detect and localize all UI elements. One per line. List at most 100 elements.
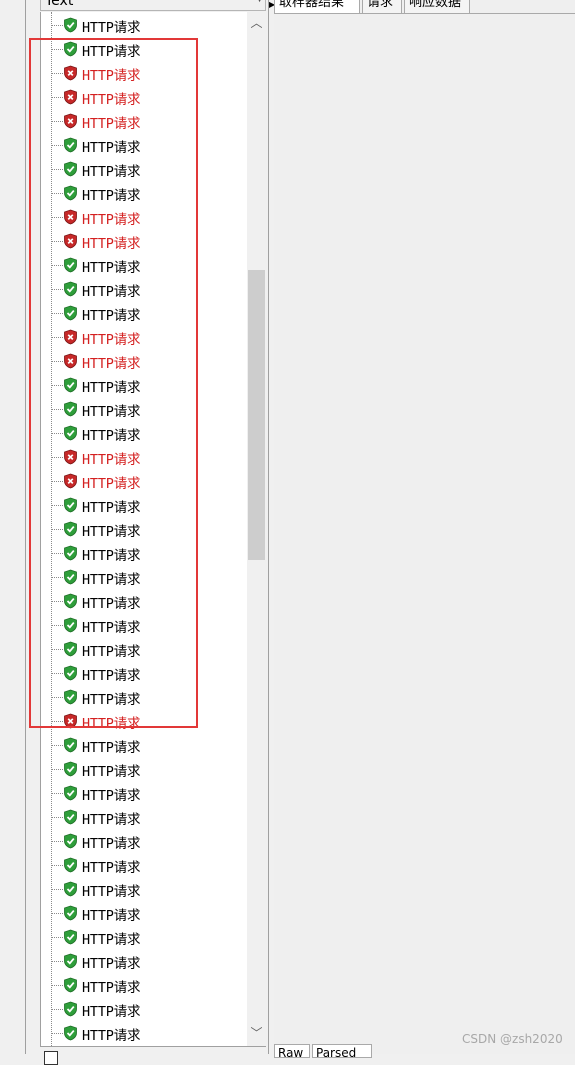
tree-item[interactable]: HTTP请求 [41, 709, 248, 733]
success-shield-icon [63, 1001, 78, 1017]
scroll-up-icon[interactable]: ︿ [247, 14, 266, 34]
tree-connector [51, 649, 63, 650]
tree-item[interactable]: HTTP请求 [41, 757, 248, 781]
bottom-checkbox[interactable] [44, 1051, 58, 1065]
tree-item[interactable]: HTTP请求 [41, 733, 248, 757]
tree-item[interactable]: HTTP请求 [41, 397, 248, 421]
tree-item[interactable]: HTTP请求 [41, 517, 248, 541]
tree-connector [51, 1033, 63, 1034]
tab-raw[interactable]: Raw [274, 1044, 310, 1060]
tree-item[interactable]: HTTP请求 [41, 925, 248, 949]
tree-item-label: HTTP请求 [82, 644, 141, 660]
tree-item[interactable]: HTTP请求 [41, 421, 248, 445]
tree-scrollbar[interactable]: ︿ ﹀ [247, 12, 266, 1046]
tree-item[interactable]: HTTP请求 [41, 133, 248, 157]
tree-connector [51, 289, 63, 290]
tree-item[interactable]: HTTP请求 [41, 61, 248, 85]
tree-item[interactable]: HTTP请求 [41, 685, 248, 709]
scroll-down-icon[interactable]: ﹀ [247, 1024, 266, 1044]
tree-connector [51, 505, 63, 506]
tree-connector [51, 961, 63, 962]
tree-item-label: HTTP请求 [82, 596, 141, 612]
scrollbar-thumb[interactable] [248, 270, 265, 560]
chevron-down-icon[interactable]: ▼ [256, 0, 263, 4]
tree-item[interactable]: HTTP请求 [41, 565, 248, 589]
tree-item-label: HTTP请求 [82, 308, 141, 324]
tree-item[interactable]: HTTP请求 [41, 325, 248, 349]
results-tree[interactable]: HTTP请求 HTTP请求 HTTP请求 HTTP请求 HTTP请求 HTTP请求 HTTP… [40, 12, 248, 1046]
error-shield-icon [63, 329, 78, 345]
tree-item[interactable]: HTTP请求 [41, 349, 248, 373]
tree-item[interactable]: HTTP请求 [41, 781, 248, 805]
tree-item[interactable]: HTTP请求 [41, 541, 248, 565]
tree-connector [51, 673, 63, 674]
success-shield-icon [63, 161, 78, 177]
tree-item[interactable]: HTTP请求 [41, 877, 248, 901]
result-detail-pane: 取样器结果 请求 响应数据 Raw Parsed [274, 0, 575, 1060]
tree-item[interactable]: HTTP请求 [41, 13, 248, 37]
tree-item[interactable]: HTTP请求 [41, 589, 248, 613]
success-shield-icon [63, 857, 78, 873]
success-shield-icon [63, 977, 78, 993]
tab-content-area [274, 14, 575, 1040]
tree-item[interactable]: HTTP请求 [41, 829, 248, 853]
success-shield-icon [63, 257, 78, 273]
success-shield-icon [63, 377, 78, 393]
success-shield-icon [63, 593, 78, 609]
tab-sampler-result[interactable]: 取样器结果 [274, 0, 360, 13]
tree-connector [51, 625, 63, 626]
tree-connector [51, 73, 63, 74]
tree-item[interactable]: HTTP请求 [41, 253, 248, 277]
success-shield-icon [63, 809, 78, 825]
tree-connector [51, 937, 63, 938]
tree-connector [51, 121, 63, 122]
tree-item[interactable]: HTTP请求 [41, 157, 248, 181]
tree-item[interactable]: HTTP请求 [41, 277, 248, 301]
tab-parsed[interactable]: Parsed [312, 1044, 372, 1060]
tree-connector [51, 313, 63, 314]
tree-connector [51, 745, 63, 746]
success-shield-icon [63, 41, 78, 57]
tree-item[interactable]: HTTP请求 [41, 37, 248, 61]
tree-item[interactable]: HTTP请求 [41, 853, 248, 877]
tab-response-data[interactable]: 响应数据 [404, 0, 470, 13]
tree-item[interactable]: HTTP请求 [41, 85, 248, 109]
tab-request[interactable]: 请求 [362, 0, 402, 13]
tree-item-label: HTTP请求 [82, 836, 141, 852]
tree-item[interactable]: HTTP请求 [41, 949, 248, 973]
tree-item[interactable]: HTTP请求 [41, 493, 248, 517]
tree-connector [51, 361, 63, 362]
tree-connector [51, 817, 63, 818]
tree-column-header[interactable]: Text ▼ [40, 0, 266, 11]
tree-item[interactable]: HTTP请求 [41, 109, 248, 133]
tree-item-label: HTTP请求 [82, 44, 141, 60]
tree-connector [51, 841, 63, 842]
tree-item[interactable]: HTTP请求 [41, 613, 248, 637]
tree-connector [51, 145, 63, 146]
tree-item[interactable]: HTTP请求 [41, 301, 248, 325]
tree-item[interactable]: HTTP请求 [41, 661, 248, 685]
tree-item-label: HTTP请求 [82, 476, 141, 492]
tree-item[interactable]: HTTP请求 [41, 637, 248, 661]
tree-connector [51, 553, 63, 554]
tree-item[interactable]: HTTP请求 [41, 205, 248, 229]
tree-item[interactable]: HTTP请求 [41, 229, 248, 253]
tree-item[interactable]: HTTP请求 [41, 181, 248, 205]
tree-item-label: HTTP请求 [82, 1004, 141, 1020]
tree-item[interactable]: HTTP请求 [41, 901, 248, 925]
tree-item-label: HTTP请求 [82, 188, 141, 204]
tree-item[interactable]: HTTP请求 [41, 1021, 248, 1045]
tree-item[interactable]: HTTP请求 [41, 445, 248, 469]
tree-item-label: HTTP请求 [82, 332, 141, 348]
success-shield-icon [63, 905, 78, 921]
tree-item[interactable]: HTTP请求 [41, 973, 248, 997]
tree-connector [51, 889, 63, 890]
tree-item[interactable]: HTTP请求 [41, 805, 248, 829]
tree-item[interactable]: HTTP请求 [41, 373, 248, 397]
tree-item[interactable]: HTTP请求 [41, 997, 248, 1021]
success-shield-icon [63, 137, 78, 153]
pane-splitter[interactable] [268, 0, 269, 1054]
tree-item[interactable]: HTTP请求 [41, 469, 248, 493]
error-shield-icon [63, 449, 78, 465]
tree-connector [51, 721, 63, 722]
